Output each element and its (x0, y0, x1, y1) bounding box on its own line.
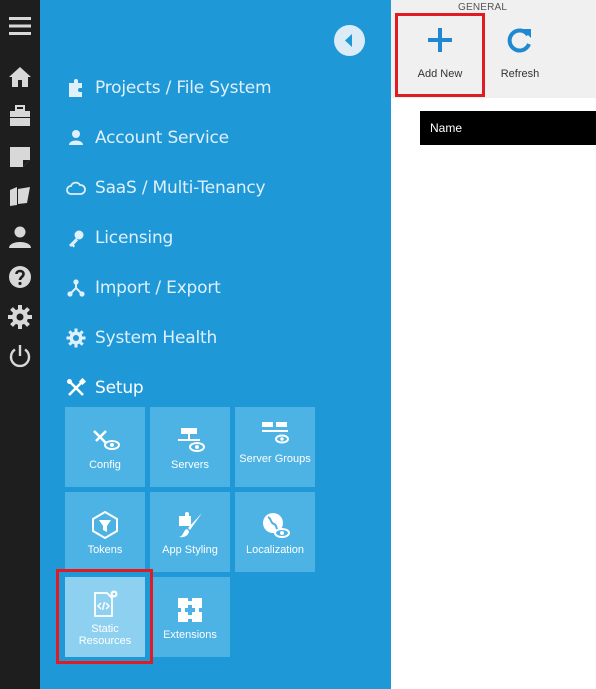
refresh-icon (507, 28, 531, 53)
nav-item-label: Licensing (95, 228, 174, 248)
brush-icon (174, 510, 206, 540)
gear-icon[interactable] (8, 305, 32, 329)
cloud-icon (65, 177, 87, 199)
nav-item-projects-file-system[interactable]: Projects / File System (65, 73, 365, 103)
briefcase-icon[interactable] (8, 104, 32, 128)
tools-icon (65, 377, 87, 399)
nav-item-setup[interactable]: Setup (65, 373, 365, 403)
nav-item-import-export[interactable]: Import / Export (65, 273, 365, 303)
nav-item-label: System Health (95, 328, 218, 348)
network-icon (65, 277, 87, 299)
note-icon[interactable] (8, 145, 32, 169)
tile-label: Extensions (163, 629, 217, 641)
tile-localization[interactable]: Localization (235, 492, 315, 572)
tile-label: Tokens (87, 544, 123, 556)
token-filter-icon (89, 510, 121, 540)
chevron-left-icon (345, 34, 352, 47)
server-groups-icon (259, 419, 291, 449)
tile-app-styling[interactable]: App Styling (150, 492, 230, 572)
nav-item-label: SaaS / Multi-Tenancy (95, 178, 266, 198)
add-new-button[interactable]: Add New (405, 22, 475, 86)
gear-heart-icon (65, 327, 87, 349)
tile-label: Servers (171, 459, 209, 471)
folder-open-icon[interactable] (8, 184, 32, 208)
collapse-panel-button[interactable] (334, 25, 365, 56)
grid-header-name[interactable]: Name (420, 111, 596, 145)
help-icon[interactable] (8, 265, 32, 289)
plus-icon (428, 28, 452, 52)
tile-label: Server Groups (239, 453, 311, 465)
nav-item-label: Projects / File System (95, 78, 272, 98)
tile-label: App Styling (162, 544, 218, 556)
server-icon (174, 425, 206, 455)
refresh-button[interactable]: Refresh (485, 22, 555, 86)
tile-servers[interactable]: Servers (150, 407, 230, 487)
nav-item-system-health[interactable]: System Health (65, 323, 365, 353)
puzzle-icon (65, 77, 87, 99)
icon-rail (0, 0, 40, 689)
user-icon[interactable] (8, 225, 32, 249)
power-icon[interactable] (8, 344, 32, 368)
toolbar-group-label: GENERAL (458, 2, 508, 13)
navigation-panel: Projects / File System Account Service S… (40, 0, 391, 689)
code-file-icon (89, 589, 121, 619)
nav-item-label: Import / Export (95, 278, 221, 298)
nav-item-licensing[interactable]: Licensing (65, 223, 365, 253)
nav-item-label: Account Service (95, 128, 229, 148)
tile-tokens[interactable]: Tokens (65, 492, 145, 572)
tile-label: Static Resources (78, 623, 132, 647)
config-tools-icon (89, 425, 121, 455)
tile-label: Config (89, 459, 121, 471)
nav-item-label: Setup (95, 378, 144, 398)
user-icon (65, 127, 87, 149)
extensions-icon (174, 595, 206, 625)
tile-extensions[interactable]: Extensions (150, 577, 230, 657)
refresh-label: Refresh (500, 68, 540, 80)
add-new-label: Add New (417, 68, 463, 80)
key-icon (65, 227, 87, 249)
globe-icon (259, 510, 291, 540)
hamburger-menu-icon[interactable] (8, 14, 32, 38)
nav-item-saas-multi-tenancy[interactable]: SaaS / Multi-Tenancy (65, 173, 365, 203)
tile-label: Localization (245, 544, 305, 556)
tile-static-resources[interactable]: Static Resources (65, 577, 145, 657)
nav-item-account-service[interactable]: Account Service (65, 123, 365, 153)
tile-server-groups[interactable]: Server Groups (235, 407, 315, 487)
home-icon[interactable] (8, 65, 32, 89)
tile-config[interactable]: Config (65, 407, 145, 487)
